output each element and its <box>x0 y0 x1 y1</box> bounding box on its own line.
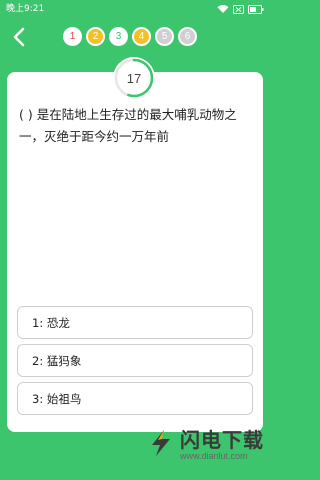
progress-dots: 1 2 3 4 5 6 <box>63 27 197 46</box>
sim-icon <box>233 4 244 14</box>
watermark-url: www.dianlut.com <box>180 450 248 461</box>
chevron-left-icon[interactable] <box>10 26 28 48</box>
lightning-logo-icon <box>146 428 176 462</box>
progress-dot-5[interactable]: 5 <box>155 27 174 46</box>
answer-options: 1: 恐龙 2: 猛犸象 3: 始祖鸟 <box>17 306 253 420</box>
wifi-icon <box>217 4 229 14</box>
status-bar: 晚上9:21 <box>0 0 270 18</box>
progress-dot-1[interactable]: 1 <box>63 27 82 46</box>
option-1-button[interactable]: 1: 恐龙 <box>17 306 253 339</box>
battery-icon <box>248 4 264 14</box>
progress-dot-4[interactable]: 4 <box>132 27 151 46</box>
watermark-title: 闪电下载 <box>180 427 264 452</box>
option-2-button[interactable]: 2: 猛犸象 <box>17 344 253 377</box>
watermark-text: 闪电下载 www.dianlut.com <box>180 429 264 462</box>
option-3-button[interactable]: 3: 始祖鸟 <box>17 382 253 415</box>
progress-dot-3[interactable]: 3 <box>109 27 128 46</box>
status-time: 晚上9:21 <box>6 4 45 14</box>
question-text: ( ) 是在陆地上生存过的最大哺乳动物之一，灭绝于距今约一万年前 <box>19 107 237 144</box>
timer-value: 17 <box>126 70 142 86</box>
status-icons <box>217 0 264 18</box>
countdown-timer: 17 <box>113 57 155 99</box>
progress-dot-6[interactable]: 6 <box>178 27 197 46</box>
top-bar: 1 2 3 4 5 6 <box>0 22 270 52</box>
watermark: 闪电下载 www.dianlut.com <box>146 428 264 462</box>
progress-dot-2[interactable]: 2 <box>86 27 105 46</box>
